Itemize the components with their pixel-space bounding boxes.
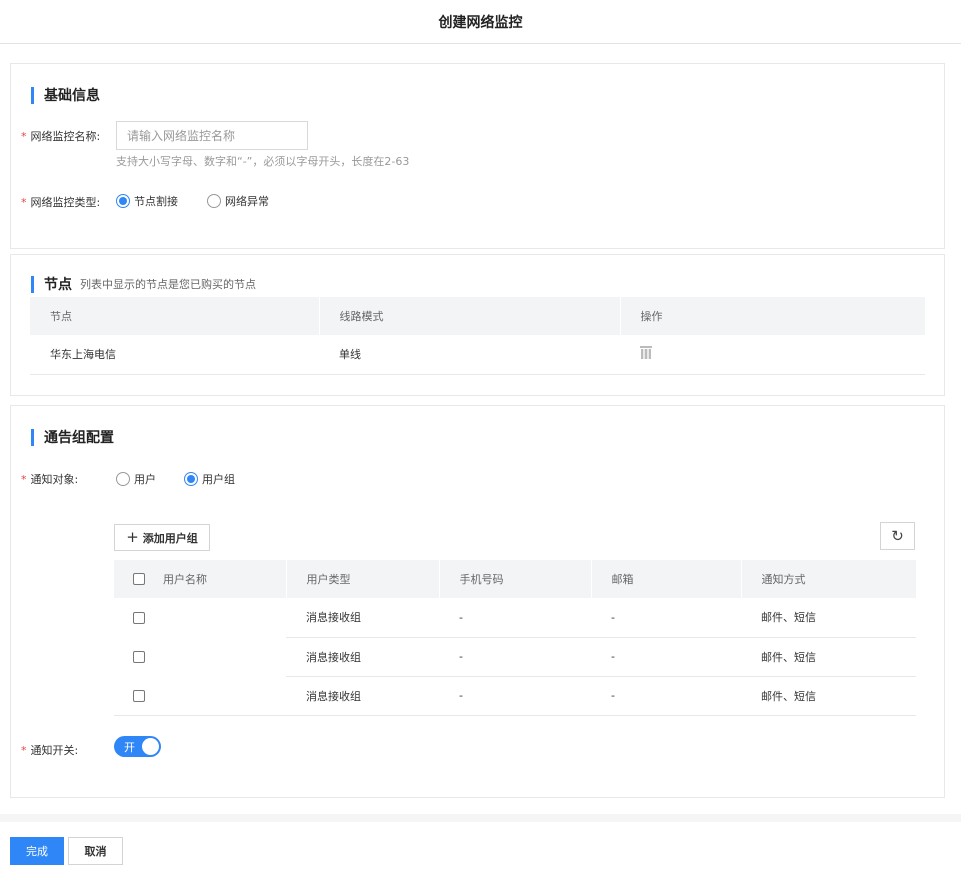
- radio-unchecked-icon: [116, 472, 130, 486]
- toggle-on-text: 开: [124, 741, 135, 754]
- cell-action: [620, 335, 925, 375]
- section-title-text: 通告组配置: [44, 430, 114, 446]
- cell-notify-method: 邮件、短信: [741, 637, 916, 677]
- toggle-knob: [142, 738, 159, 755]
- col-user-name-label: 用户名称: [163, 573, 207, 586]
- cell-phone: -: [439, 598, 591, 638]
- refresh-button[interactable]: ↻: [880, 522, 915, 550]
- table-row: 消息接收组 - - 邮件、短信: [114, 676, 916, 716]
- notify-target-label: * 通知对象:: [21, 471, 78, 487]
- row-checkbox[interactable]: [133, 690, 145, 702]
- table-row: 消息接收组 - - 邮件、短信: [114, 598, 916, 638]
- node-panel: 节点 列表中显示的节点是您已购买的节点 节点 线路模式 操作 华东上海电信 单线: [10, 254, 945, 396]
- section-title-text: 节点: [44, 277, 72, 293]
- add-user-group-label: 添加用户组: [142, 531, 198, 545]
- radio-unchecked-icon: [207, 194, 221, 208]
- select-all-checkbox[interactable]: [133, 573, 145, 585]
- plus-icon: +: [126, 528, 139, 546]
- cell-select: [114, 637, 286, 677]
- refresh-icon: ↻: [891, 527, 904, 545]
- cell-user-type: 消息接收组: [286, 598, 439, 638]
- cell-user-type: 消息接收组: [286, 676, 439, 716]
- basic-info-panel: 基础信息 *网络监控名称: 支持大小写字母、数字和“-”，必须以字母开头，长度在…: [10, 63, 945, 249]
- type-label-text: 网络监控类型:: [30, 196, 101, 209]
- notify-switch-toggle[interactable]: 开: [114, 736, 161, 757]
- cancel-button[interactable]: 取消: [68, 837, 123, 865]
- cell-user-type: 消息接收组: [286, 637, 439, 677]
- notify-target-label-text: 通知对象:: [30, 473, 79, 486]
- required-mark: *: [21, 744, 27, 757]
- section-subtitle: 列表中显示的节点是您已购买的节点: [80, 278, 256, 291]
- trash-icon[interactable]: [640, 346, 652, 360]
- col-user-name: 用户名称: [114, 560, 286, 598]
- col-notify-method: 通知方式: [740, 560, 916, 598]
- cell-email: -: [591, 637, 741, 677]
- notify-switch-label-text: 通知开关:: [30, 744, 79, 757]
- add-user-group-button[interactable]: + 添加用户组: [114, 524, 210, 551]
- name-label-text: 网络监控名称:: [30, 130, 101, 143]
- node-table: 节点 线路模式 操作 华东上海电信 单线: [30, 297, 925, 375]
- radio-network-anomaly[interactable]: 网络异常: [207, 193, 269, 209]
- notify-group-panel: 通告组配置 * 通知对象: 用户 用户组 + 添加用户组 ↻ 用户名称 用户类型 …: [10, 405, 945, 798]
- radio-target-user[interactable]: 用户: [116, 471, 156, 487]
- col-email: 邮箱: [590, 560, 741, 598]
- cell-email: -: [591, 676, 741, 716]
- required-mark: *: [21, 196, 27, 209]
- name-hint: 支持大小写字母、数字和“-”，必须以字母开头，长度在2-63: [116, 155, 410, 168]
- page-title: 创建网络监控: [438, 14, 523, 31]
- required-mark: *: [21, 473, 27, 486]
- col-phone: 手机号码: [438, 560, 591, 598]
- table-header-row: 节点 线路模式 操作: [30, 297, 925, 335]
- section-accent-bar: [31, 275, 34, 293]
- section-title-text: 基础信息: [44, 88, 100, 104]
- cell-node: 华东上海电信: [30, 335, 319, 375]
- cell-line-mode: 单线: [319, 335, 620, 375]
- section-accent-bar: [31, 428, 34, 446]
- name-label: * 网络监控名称:: [21, 128, 100, 144]
- col-node: 节点: [30, 297, 319, 335]
- notify-section-title: 通告组配置: [31, 427, 114, 447]
- node-section-title: 节点 列表中显示的节点是您已购买的节点: [31, 274, 256, 294]
- radio-label: 用户: [134, 473, 156, 486]
- cell-notify-method: 邮件、短信: [741, 676, 916, 716]
- table-row: 华东上海电信 单线: [30, 335, 925, 375]
- user-group-table: 用户名称 用户类型 手机号码 邮箱 通知方式 消息接收组 - - 邮件、短信 消…: [114, 560, 916, 716]
- monitor-name-input[interactable]: [116, 121, 308, 150]
- finish-button[interactable]: 完成: [10, 837, 64, 865]
- cell-email: -: [591, 598, 741, 638]
- row-checkbox[interactable]: [133, 651, 145, 663]
- page-header: 创建网络监控: [0, 0, 961, 44]
- footer-separator: [0, 814, 961, 822]
- type-label: * 网络监控类型:: [21, 194, 100, 210]
- section-accent-bar: [31, 86, 34, 104]
- radio-label: 用户组: [202, 473, 235, 486]
- radio-target-user-group[interactable]: 用户组: [184, 471, 235, 487]
- radio-node-cutover[interactable]: 节点割接: [116, 193, 178, 209]
- cell-select: [114, 676, 286, 716]
- radio-label: 节点割接: [134, 195, 178, 208]
- radio-checked-icon: [184, 472, 198, 486]
- radio-label: 网络异常: [225, 195, 269, 208]
- table-row: 消息接收组 - - 邮件、短信: [114, 637, 916, 677]
- col-user-type: 用户类型: [285, 560, 439, 598]
- required-mark: *: [21, 130, 27, 143]
- row-checkbox[interactable]: [133, 611, 145, 624]
- cell-phone: -: [439, 637, 591, 677]
- radio-checked-icon: [116, 194, 130, 208]
- col-action: 操作: [619, 297, 925, 335]
- cell-notify-method: 邮件、短信: [741, 598, 916, 638]
- cell-select: [114, 598, 286, 638]
- table-header-row: 用户名称 用户类型 手机号码 邮箱 通知方式: [114, 560, 916, 598]
- col-line-mode: 线路模式: [318, 297, 620, 335]
- basic-info-title: 基础信息: [31, 85, 100, 105]
- notify-switch-label: * 通知开关:: [21, 742, 78, 758]
- cell-phone: -: [439, 676, 591, 716]
